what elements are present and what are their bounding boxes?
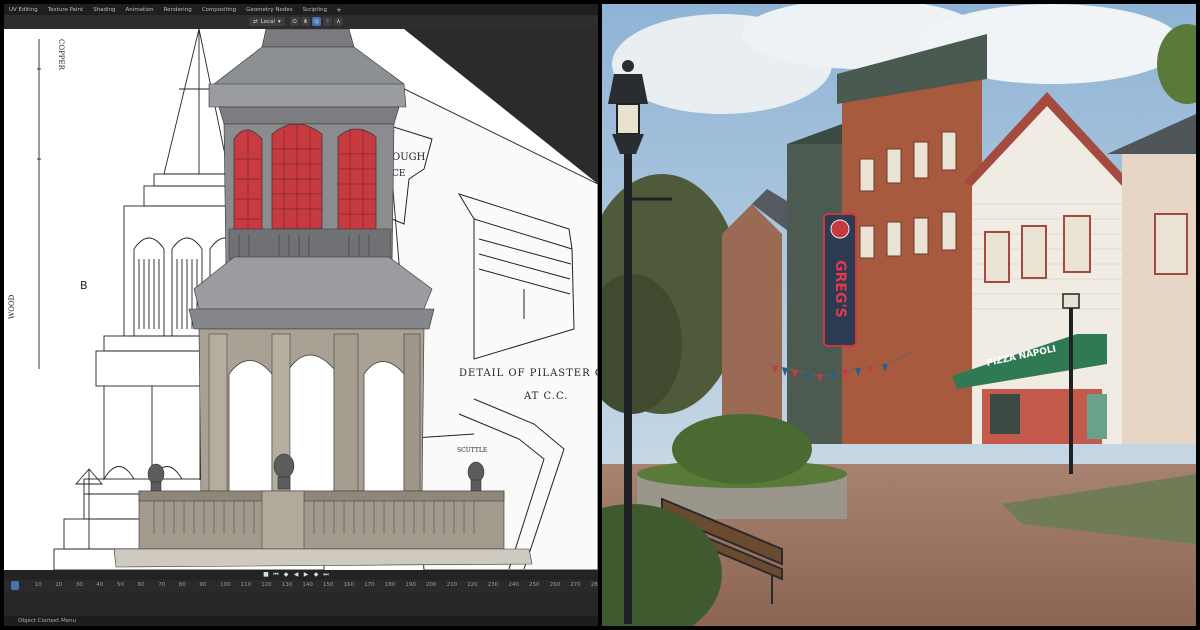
- frame-tick-20: 20: [55, 582, 63, 588]
- tab-geometry-nodes[interactable]: Geometry Nodes: [241, 7, 297, 13]
- frame-tick-260: 260: [549, 582, 561, 588]
- play-reverse-icon[interactable]: ◀: [292, 571, 300, 579]
- next-keyframe-icon[interactable]: ◆: [312, 571, 320, 579]
- blueprint-label-copper: COPPER: [57, 39, 65, 71]
- frame-tick-50: 50: [117, 582, 124, 588]
- brick-building: [842, 74, 982, 444]
- jump-start-icon[interactable]: ⏮: [272, 571, 280, 579]
- frame-tick-200: 200: [426, 582, 437, 588]
- play-icon[interactable]: ▶: [302, 571, 310, 579]
- frame-tick-180: 180: [384, 582, 396, 588]
- frame-ruler[interactable]: 0102030405060708090100110120130140150160…: [4, 580, 598, 592]
- frame-tick-240: 240: [508, 582, 519, 588]
- add-workspace-button[interactable]: +: [332, 6, 346, 14]
- timeline-track-area[interactable]: [4, 592, 598, 616]
- frame-tick-10: 10: [34, 582, 42, 588]
- jump-end-icon[interactable]: ⏭: [322, 571, 330, 579]
- frame-tick-120: 120: [261, 582, 272, 588]
- transform-orientation-select[interactable]: ⇄ Local ▾: [249, 17, 285, 26]
- tab-scripting[interactable]: Scripting: [298, 7, 332, 13]
- frame-tick-250: 250: [529, 582, 540, 588]
- workspace-tab-bar: UV Editing Texture Paint Shading Animati…: [4, 4, 598, 15]
- snap-icon[interactable]: ⋔: [301, 17, 310, 26]
- frame-tick-220: 220: [467, 582, 478, 588]
- tab-uv-editing[interactable]: UV Editing: [4, 7, 43, 13]
- status-text: Object Context Menu: [18, 618, 77, 624]
- viewport-canvas: COPPER WOOD B OUGH CE DETAIL OF PILASTER…: [4, 29, 598, 570]
- blueprint-label-scuttle: SCUTTLE: [457, 447, 487, 454]
- frame-tick-190: 190: [405, 582, 416, 588]
- gregs-sign-text: GREG'S: [832, 260, 848, 318]
- frame-tick-40: 40: [96, 582, 104, 588]
- current-frame-indicator[interactable]: [11, 581, 19, 590]
- blueprint-label-ce: CE: [392, 169, 405, 179]
- falloff-icon[interactable]: ∧: [334, 17, 343, 26]
- prev-keyframe-icon[interactable]: ◆: [282, 571, 290, 579]
- blueprint-label-wood: WOOD: [8, 294, 16, 319]
- frame-tick-80: 80: [178, 582, 186, 588]
- tab-animation[interactable]: Animation: [121, 7, 159, 13]
- frame-tick-130: 130: [281, 582, 293, 588]
- frame-tick-270: 270: [570, 582, 581, 588]
- proportional-edit-icon[interactable]: ◎: [312, 17, 321, 26]
- frame-tick-210: 210: [446, 582, 458, 588]
- frame-tick-280: 280: [590, 582, 598, 588]
- tab-texture-paint[interactable]: Texture Paint: [43, 7, 89, 13]
- blueprint-detail-title: DETAIL OF PILASTER CAP: [459, 368, 598, 379]
- transform-orientation-label: Local: [260, 18, 275, 25]
- rendered-street-scene: GREG'S PIZZA NAPOLI: [602, 4, 1196, 626]
- frame-tick-140: 140: [302, 582, 313, 588]
- blueprint-label-b: B: [80, 279, 88, 292]
- frame-tick-90: 90: [199, 582, 207, 588]
- tab-rendering[interactable]: Rendering: [159, 7, 197, 13]
- orientation-icon: ⇄: [253, 18, 258, 25]
- blueprint-label-ough: OUGH: [392, 152, 426, 163]
- tab-compositing[interactable]: Compositing: [197, 7, 241, 13]
- keyframe-icon[interactable]: ■: [262, 571, 270, 579]
- gregs-sign: GREG'S: [823, 213, 857, 347]
- frame-tick-110: 110: [240, 582, 252, 588]
- frame-tick-150: 150: [323, 582, 334, 588]
- snapping-tools: ⊙ ⋔ ◎ ⁘ ∧: [290, 17, 343, 26]
- frame-tick-70: 70: [158, 582, 166, 588]
- frame-tick-170: 170: [364, 582, 375, 588]
- tab-shading[interactable]: Shading: [88, 7, 120, 13]
- status-bar: Object Context Menu: [4, 616, 598, 626]
- scene-canvas: GREG'S PIZZA NAPOLI: [602, 4, 1196, 626]
- 3d-viewport[interactable]: COPPER WOOD B OUGH CE DETAIL OF PILASTER…: [4, 29, 598, 570]
- playback-controls: ■ ⏮ ◆ ◀ ▶ ◆ ⏭: [262, 571, 330, 579]
- pivot-icon[interactable]: ⊙: [290, 17, 299, 26]
- blueprint-detail-subtitle: AT C.C.: [523, 391, 568, 402]
- frame-tick-60: 60: [137, 582, 145, 588]
- frame-tick-230: 230: [487, 582, 499, 588]
- frame-tick-100: 100: [220, 582, 231, 588]
- chevron-down-icon: ▾: [277, 18, 281, 25]
- grid-icon[interactable]: ⁘: [323, 17, 332, 26]
- blender-window: UV Editing Texture Paint Shading Animati…: [4, 4, 598, 626]
- frame-tick-30: 30: [75, 582, 83, 588]
- frame-tick-160: 160: [343, 582, 355, 588]
